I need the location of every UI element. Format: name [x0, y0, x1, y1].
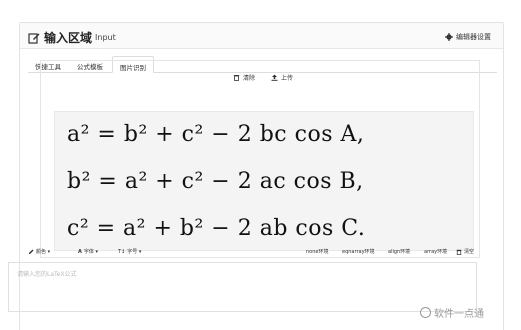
font-icon: A — [78, 248, 82, 255]
pencil-icon — [29, 249, 34, 254]
clear-editor-label: 清空 — [464, 249, 475, 255]
size-dropdown[interactable]: T↕ 字号 ▾ — [118, 248, 141, 256]
font-dropdown[interactable]: A 字体 ▾ — [78, 248, 98, 256]
equation-line: c² = a² + b² − 2 ab cos C. — [67, 216, 366, 241]
trash-icon — [456, 249, 462, 255]
title-text: 输入区域 — [44, 31, 93, 45]
watermark-logo-icon — [420, 307, 431, 318]
trash-icon — [233, 75, 240, 81]
clear-editor-button[interactable]: 清空 — [456, 248, 474, 255]
watermark-text: 软件一点通 — [434, 309, 484, 320]
env-eqnarray-button[interactable]: eqnarray环境 — [342, 248, 375, 255]
color-label: 颜色 — [36, 249, 47, 255]
clear-image-button[interactable]: 清除 — [229, 71, 259, 84]
equation-line: a² = b² + c² − 2 bc cos A, — [67, 122, 365, 147]
upload-button[interactable]: 上传 — [267, 71, 297, 84]
panel-title: 输入区域 Input — [28, 29, 116, 46]
recognized-image: a² = b² + c² − 2 bc cos A, b² = a² + c² … — [54, 111, 474, 251]
upload-label: 上传 — [281, 75, 294, 82]
settings-label: 编辑器设置 — [456, 33, 491, 41]
upload-icon — [271, 74, 278, 81]
env-eqnarray-label: eqnarray环境 — [342, 249, 375, 255]
editor-toolbar: 颜色 ▾ A 字体 ▾ T↕ 字号 ▾ none环境 eqnarray环境 al… — [8, 243, 477, 261]
edit-icon — [28, 32, 40, 44]
size-label: 字号 — [127, 249, 138, 255]
equation-line: b² = a² + c² − 2 ac cos B, — [67, 169, 364, 194]
text-height-icon: T↕ — [118, 248, 126, 255]
image-actions: 清除 上传 — [229, 71, 297, 84]
color-dropdown[interactable]: 颜色 ▾ — [28, 248, 50, 255]
env-none-label: none环境 — [306, 249, 329, 255]
editor-placeholder: 请输入您的LaTeX公式 — [17, 271, 77, 278]
editor-settings-button[interactable]: 编辑器设置 — [445, 32, 491, 42]
env-array-button[interactable]: array环境 — [424, 248, 447, 255]
env-align-button[interactable]: align环境 — [388, 248, 410, 255]
latex-editor[interactable]: 请输入您的LaTeX公式 — [8, 262, 477, 312]
title-subtitle: Input — [95, 33, 116, 42]
clear-label: 清除 — [243, 75, 256, 82]
image-recognition-pane: 清除 上传 a² = b² + c² − 2 bc cos A, b² = a²… — [40, 60, 480, 258]
env-align-label: align环境 — [388, 249, 411, 255]
watermark: 软件一点通 — [420, 305, 484, 320]
env-none-button[interactable]: none环境 — [306, 248, 328, 255]
font-label: 字体 — [83, 249, 94, 255]
panel-header: 输入区域 Input 编辑器设置 — [20, 23, 503, 49]
env-array-label: array环境 — [424, 249, 448, 255]
gear-icon — [445, 33, 453, 41]
